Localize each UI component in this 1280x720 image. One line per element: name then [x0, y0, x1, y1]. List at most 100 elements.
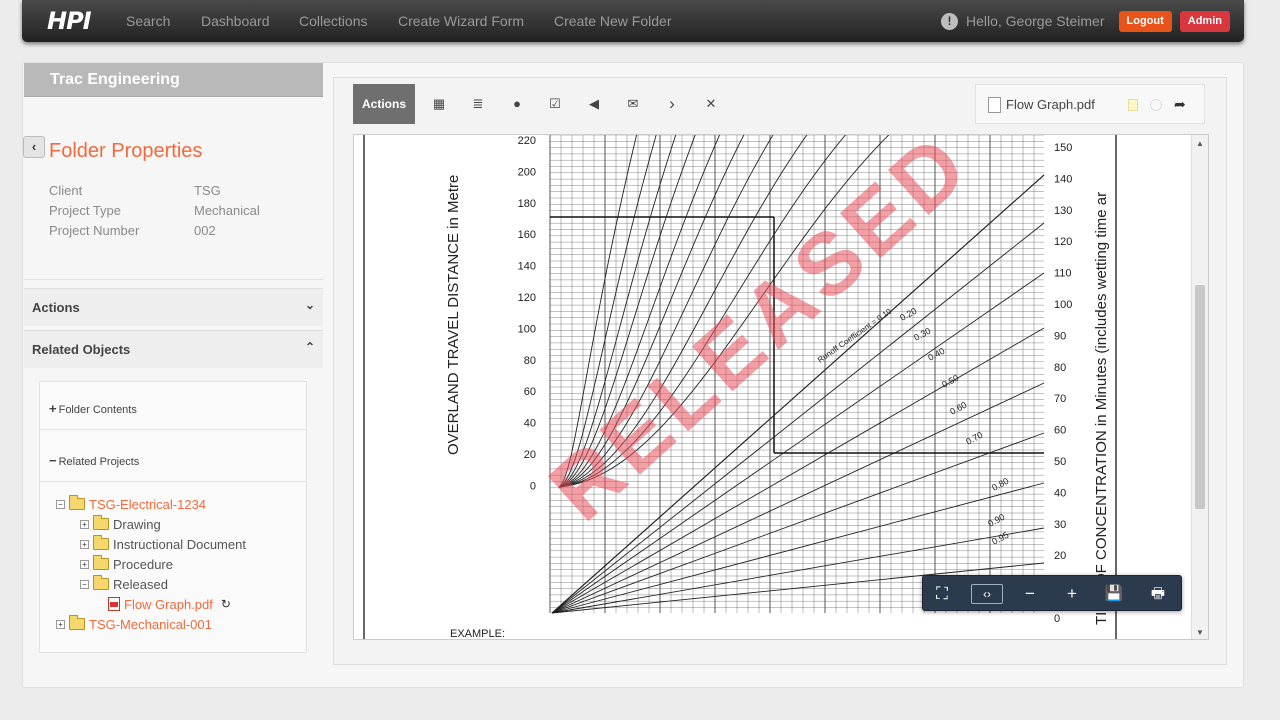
tree-item-label[interactable]: Procedure — [113, 557, 173, 572]
logout-button[interactable]: Logout — [1118, 10, 1172, 32]
tree-expand-icon[interactable]: + — [56, 619, 65, 629]
tree-item-instructional-document[interactable]: + Instructional Document — [80, 535, 246, 553]
related-projects-label: − Related Projects — [49, 453, 139, 468]
right-tick-label: 40 — [1054, 487, 1066, 499]
nav-dashboard[interactable]: Dashboard — [201, 13, 270, 29]
alert-icon[interactable]: ! — [940, 12, 958, 30]
example-label: EXAMPLE: — [450, 628, 505, 640]
tree-item-procedure[interactable]: + Procedure — [80, 555, 173, 573]
footer-strip — [22, 690, 1244, 720]
nav-create-wizard-form[interactable]: Create Wizard Form — [398, 13, 524, 29]
tree-item-drawing[interactable]: + Drawing — [80, 515, 161, 533]
status-icon[interactable] — [1150, 99, 1162, 111]
folder-icon — [93, 515, 109, 530]
tree-expand-icon[interactable]: + — [80, 519, 89, 529]
admin-button[interactable]: Admin — [1179, 10, 1230, 32]
user-greeting: Hello, George Steimer — [965, 13, 1105, 29]
right-tick-label: 30 — [1054, 519, 1066, 531]
fit-width-icon[interactable]: ‹› — [971, 584, 1003, 604]
tree-expand-icon[interactable]: + — [80, 559, 89, 569]
close-icon[interactable]: ✕ — [702, 95, 720, 113]
top-navbar: HPI Search Dashboard Collections Create … — [22, 0, 1244, 42]
nav-collections[interactable]: Collections — [299, 13, 367, 29]
actions-accordion-label: Actions — [32, 300, 80, 315]
folder-contents-section[interactable]: + Folder Contents — [40, 382, 306, 430]
table-icon[interactable]: ▦ — [430, 95, 448, 113]
brand-logo[interactable]: HPI — [47, 7, 92, 35]
tree-item-label[interactable]: Flow Graph.pdf — [124, 597, 213, 612]
share-icon[interactable]: ➦ — [1174, 96, 1186, 113]
document-icon — [988, 97, 1001, 113]
scroll-up-icon[interactable]: ▲ — [1196, 139, 1204, 148]
save-icon[interactable]: 💾 — [1101, 582, 1127, 606]
actions-accordion[interactable]: Actions ⌄ — [24, 288, 323, 326]
nav-create-new-folder[interactable]: Create New Folder — [554, 13, 672, 29]
right-tick-label: 50 — [1054, 456, 1066, 468]
file-chip: Flow Graph.pdf ➦ — [975, 84, 1205, 124]
tree-expand-icon[interactable]: + — [80, 539, 89, 549]
tree-item-label[interactable]: Released — [113, 577, 168, 592]
envelope-icon[interactable]: ✉ — [624, 95, 642, 113]
right-tick-label: 80 — [1054, 362, 1066, 374]
document-scrollbar[interactable]: ▲ ▼ — [1191, 135, 1208, 639]
prop-value-project-number: 002 — [194, 223, 216, 238]
megaphone-icon[interactable]: ◀ — [585, 95, 603, 113]
nav-search[interactable]: Search — [126, 13, 170, 29]
collapse-sidebar-button[interactable]: ‹ — [23, 136, 45, 158]
folder-icon — [93, 575, 109, 590]
prop-label-project-number: Project Number — [49, 223, 140, 238]
scroll-down-icon[interactable]: ▼ — [1196, 628, 1204, 637]
left-tick-label: 220 — [518, 135, 536, 147]
flow-graph-document: 220200180160140120100806040200 150140130… — [354, 135, 1193, 640]
related-objects-accordion[interactable]: Related Objects ⌃ — [24, 330, 323, 368]
print-icon[interactable]: 🖶 — [1145, 582, 1171, 606]
left-tick-label: 160 — [518, 229, 536, 241]
right-tick-label: 100 — [1054, 299, 1072, 311]
tree-item-released[interactable]: − Released — [80, 575, 168, 593]
chevron-down-icon: ⌄ — [304, 298, 315, 312]
tree-item-project-a[interactable]: − TSG-Electrical-1234 — [56, 495, 206, 513]
related-objects-panel: + Folder Contents − Related Projects − TSG… — [39, 381, 307, 653]
right-tick-label: 150 — [1054, 142, 1072, 154]
fit-page-icon[interactable]: ⛶ — [929, 582, 955, 606]
right-tick-label: 130 — [1054, 205, 1072, 217]
left-tick-label: 40 — [524, 418, 536, 430]
prop-label-project-type: Project Type — [49, 203, 122, 218]
tree-item-label[interactable]: TSG-Electrical-1234 — [89, 497, 206, 512]
tree-collapse-icon[interactable]: − — [56, 499, 65, 509]
list-icon[interactable]: ≣ — [469, 95, 487, 113]
pdf-file-icon — [108, 597, 120, 611]
note-icon[interactable] — [1128, 99, 1138, 111]
folder-contents-label: + Folder Contents — [49, 401, 137, 416]
tree-collapse-icon[interactable]: − — [80, 579, 89, 589]
chevron-up-icon: ⌃ — [304, 340, 315, 354]
scroll-thumb[interactable] — [1195, 285, 1205, 509]
folder-icon — [69, 615, 85, 630]
folder-contents-text: Folder Contents — [58, 404, 137, 416]
tree-item-label[interactable]: Instructional Document — [113, 537, 246, 552]
file-name: Flow Graph.pdf — [1006, 97, 1095, 112]
circle-icon[interactable]: ● — [508, 95, 526, 113]
document-frame[interactable]: 220 200 180 160 140 120 100 80 60 40 20 0 150 140 130… — [353, 134, 1209, 640]
tree-item-label[interactable]: TSG-Mechanical-001 — [89, 617, 212, 632]
right-tick-label: 140 — [1054, 173, 1072, 185]
folder-icon — [69, 495, 85, 510]
tree-item-project-b[interactable]: + TSG-Mechanical-001 — [56, 615, 212, 633]
refresh-icon[interactable]: ↻ — [221, 597, 231, 611]
viewer-toolbar: Actions ▦ ≣ ● ☑ ◀ ✉ › ✕ Flow Graph.pdf ➦ — [353, 84, 1207, 128]
related-projects-section[interactable]: − Related Projects — [40, 434, 306, 482]
tree-item-flow-graph-pdf[interactable]: Flow Graph.pdf ↻ — [108, 595, 231, 613]
left-tick-label: 100 — [518, 323, 536, 335]
folder-icon — [93, 535, 109, 550]
related-projects-text: Related Projects — [58, 456, 140, 468]
edit-icon[interactable]: ☑ — [546, 95, 564, 113]
left-tick-label: 60 — [524, 386, 536, 398]
zoom-out-icon[interactable]: − — [1017, 582, 1043, 606]
zoom-in-icon[interactable]: + — [1059, 582, 1085, 606]
collapse-icon: − — [49, 453, 57, 468]
actions-button[interactable]: Actions — [353, 84, 415, 124]
prop-value-project-type: Mechanical — [194, 203, 260, 218]
left-tick-label: 0 — [530, 480, 536, 492]
chevron-right-icon[interactable]: › — [663, 95, 681, 113]
tree-item-label[interactable]: Drawing — [113, 517, 161, 532]
